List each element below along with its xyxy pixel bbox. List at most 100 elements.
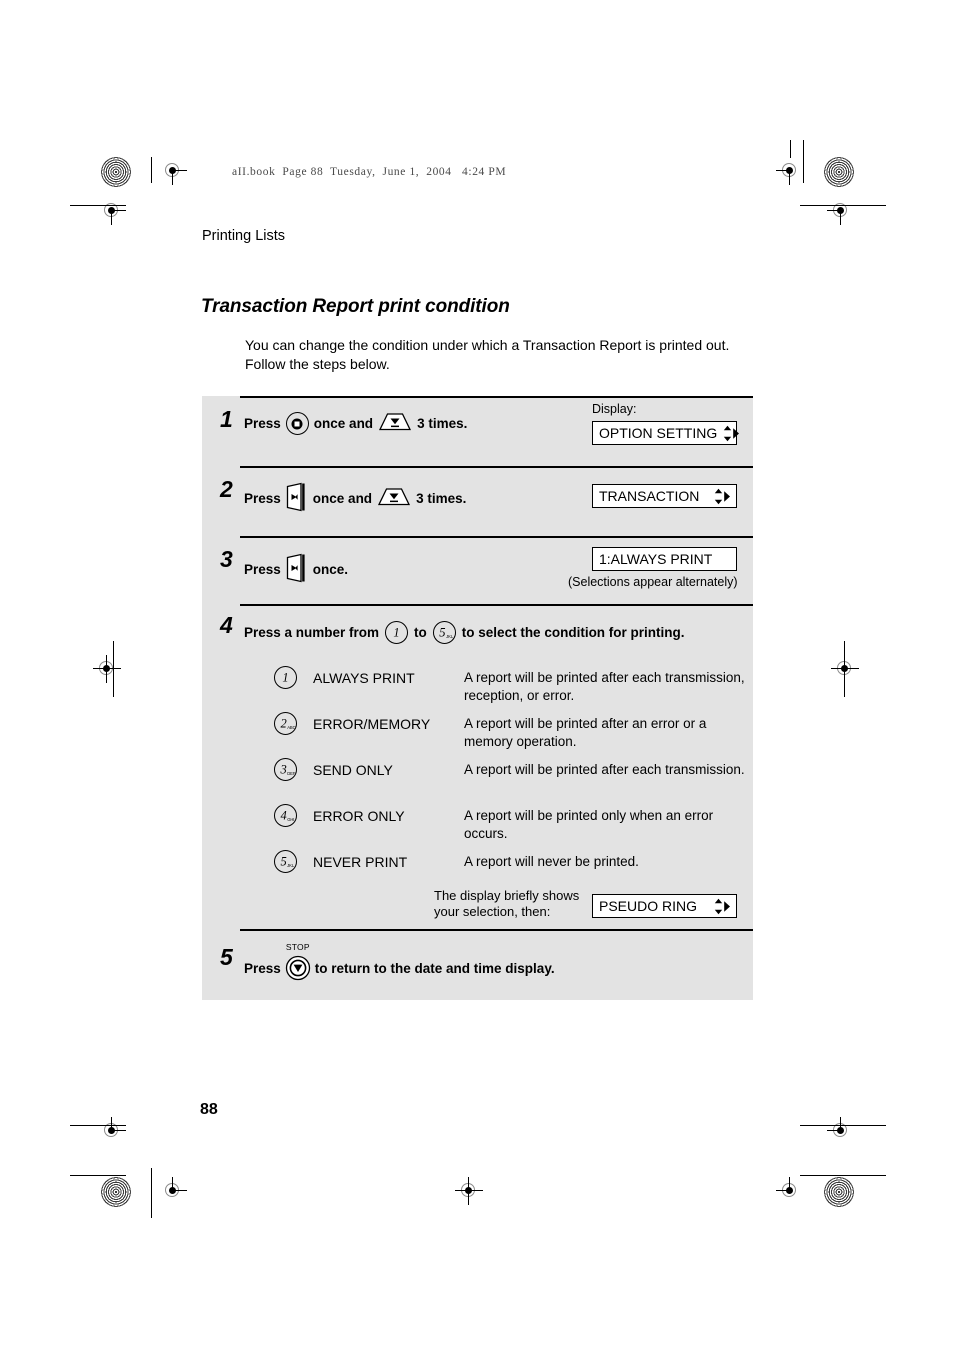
- option-key-2-letters: ABC: [287, 724, 296, 730]
- page-title: Transaction Report print condition: [201, 296, 510, 317]
- option-name-1: ALWAYS PRINT: [313, 670, 415, 686]
- updown-right-arrows-icon-1: [717, 425, 740, 442]
- right-arrow-key-icon[interactable]: [285, 482, 309, 515]
- right-arrow-key-icon[interactable]: [285, 553, 309, 586]
- option-description-4: A report will be printed only when an er…: [464, 808, 714, 841]
- intro-paragraph: You can change the condition under which…: [245, 337, 730, 372]
- option-description-1: A report will be printed after each tran…: [464, 670, 745, 703]
- stop-key-label: STOP: [285, 942, 310, 952]
- step-4-tail-text: to select the condition for printing.: [461, 625, 685, 640]
- step-number-1: 1: [220, 406, 233, 432]
- option-name-2: ERROR/MEMORY: [313, 716, 431, 732]
- down-arrow-key-icon[interactable]: [378, 412, 412, 435]
- step-number-2: 2: [220, 476, 233, 502]
- option-key-1-icon[interactable]: 1: [274, 666, 297, 689]
- lcd-display-1: OPTION SETTING: [592, 421, 740, 445]
- step-separator-4: [240, 604, 753, 606]
- registration-mark-bottom-left-inner: [159, 1177, 187, 1205]
- option-key-5-letters: JKL: [287, 862, 295, 868]
- registration-mark-upper-left-edge: [98, 197, 126, 225]
- step-1-press-label: Press: [244, 416, 281, 431]
- numeric-key-5-letters: JKL: [445, 633, 453, 639]
- selections-note: (Selections appear alternately): [568, 575, 738, 589]
- updown-right-arrows-icon-2: [708, 488, 731, 505]
- option-key-1-digit: 1: [282, 670, 289, 684]
- step-separator-2: [240, 466, 753, 468]
- option-name-3: SEND ONLY: [313, 762, 393, 778]
- step-3-end-text: once.: [312, 562, 349, 577]
- step-instruction-5: Press STOP to return to the date and tim…: [244, 942, 555, 981]
- brief-display-note: The display briefly shows your selection…: [434, 888, 580, 919]
- registration-mark-top-left-inner: [159, 157, 187, 185]
- step-instruction-4: Press a number from 1 to 5 JKL to select…: [244, 621, 685, 644]
- option-key-3-icon[interactable]: 3 DEF: [274, 758, 297, 781]
- section-label: Printing Lists: [202, 228, 286, 244]
- numeric-key-5-icon[interactable]: 5 JKL: [432, 621, 456, 644]
- step-4-lead-text: Press a number from: [244, 625, 380, 640]
- numeric-key-5-digit: 5: [439, 625, 446, 639]
- numeric-key-1-digit: 1: [393, 625, 400, 639]
- lcd-text-1: OPTION SETTING: [599, 425, 718, 441]
- registration-mark-lower-right-edge: [827, 1117, 855, 1145]
- registration-mark-lower-left-edge: [98, 1117, 126, 1145]
- registration-mark-mid-left: [93, 655, 121, 683]
- option-key-2-icon[interactable]: 2 ABC: [274, 712, 297, 735]
- step-number-5: 5: [220, 944, 233, 970]
- step-instruction-3: Press once.: [244, 553, 348, 586]
- step-instruction-2: Press once and 3 times.: [244, 482, 466, 515]
- display-caption-1: Display:: [592, 402, 637, 416]
- running-head: aII.book Page 88 Tuesday, June 1, 2004 4…: [232, 166, 507, 178]
- crop-rule-bottom-right-horizontal: [800, 1175, 886, 1177]
- option-key-3-digit: 3: [280, 762, 287, 776]
- option-key-5-digit: 5: [280, 854, 287, 868]
- numeric-key-1-icon[interactable]: 1: [385, 621, 409, 644]
- crop-rule-top-right-vertical: [803, 140, 805, 183]
- step-1-mid-text: once and: [313, 416, 374, 431]
- step-3-press-label: Press: [244, 562, 281, 577]
- halftone-swatch-top-left: [101, 157, 131, 187]
- page-number: 88: [200, 1101, 218, 1118]
- updown-right-arrows-icon-4: [708, 898, 731, 915]
- registration-mark-upper-right-edge: [827, 197, 855, 225]
- registration-mark-bottom-center: [455, 1177, 483, 1205]
- crop-rule-mid-right-vertical: [844, 641, 846, 697]
- function-key-icon[interactable]: [285, 412, 309, 435]
- crop-rule-bottom-left-vertical: [151, 1168, 153, 1218]
- option-key-5-icon[interactable]: 5 JKL: [274, 850, 297, 873]
- option-description-2: A report will be printed after an error …: [464, 716, 707, 749]
- halftone-swatch-bottom-left: [101, 1177, 131, 1207]
- lcd-display-2: TRANSACTION: [592, 484, 737, 508]
- step-5-press-label: Press: [244, 960, 281, 976]
- lcd-text-3: 1:ALWAYS PRINT: [599, 551, 713, 567]
- crop-rule-top-right-vertical-2: [790, 140, 792, 158]
- lcd-text-4: PSEUDO RING: [599, 898, 698, 914]
- lcd-display-3: 1:ALWAYS PRINT: [592, 547, 737, 571]
- lcd-text-2: TRANSACTION: [599, 488, 700, 504]
- stop-key-icon[interactable]: STOP: [285, 942, 311, 981]
- step-number-3: 3: [220, 546, 233, 572]
- crop-rule-lower-right-horizontal: [800, 1125, 886, 1127]
- procedure-panel: 1 Press once and 3 times. Display: OPTIO…: [202, 396, 753, 1000]
- crop-rule-mid-left-vertical: [113, 641, 115, 697]
- crop-rule-upper-left-horizontal: [70, 205, 126, 207]
- step-2-end-text: 3 times.: [416, 491, 467, 506]
- option-key-4-digit: 4: [280, 808, 287, 822]
- option-name-4: ERROR ONLY: [313, 808, 405, 824]
- crop-rule-lower-left-horizontal: [70, 1125, 126, 1127]
- step-separator-5: [240, 929, 753, 931]
- halftone-swatch-top-right: [824, 157, 854, 187]
- option-key-2-digit: 2: [280, 716, 287, 730]
- down-arrow-key-icon[interactable]: [377, 487, 411, 510]
- step-4-to-text: to: [414, 625, 427, 640]
- halftone-swatch-bottom-right: [824, 1177, 854, 1207]
- option-key-3-letters: DEF: [287, 770, 296, 776]
- crop-rule-upper-right-horizontal: [800, 205, 886, 207]
- step-number-4: 4: [220, 612, 233, 638]
- option-key-4-letters: GHI: [287, 816, 295, 822]
- registration-mark-top-right-inner: [776, 157, 804, 185]
- step-1-end-text: 3 times.: [417, 416, 468, 431]
- option-key-4-icon[interactable]: 4 GHI: [274, 804, 297, 827]
- crop-rule-top-left-vertical: [151, 157, 153, 183]
- registration-mark-bottom-right-inner: [776, 1177, 804, 1205]
- option-name-5: NEVER PRINT: [313, 854, 408, 870]
